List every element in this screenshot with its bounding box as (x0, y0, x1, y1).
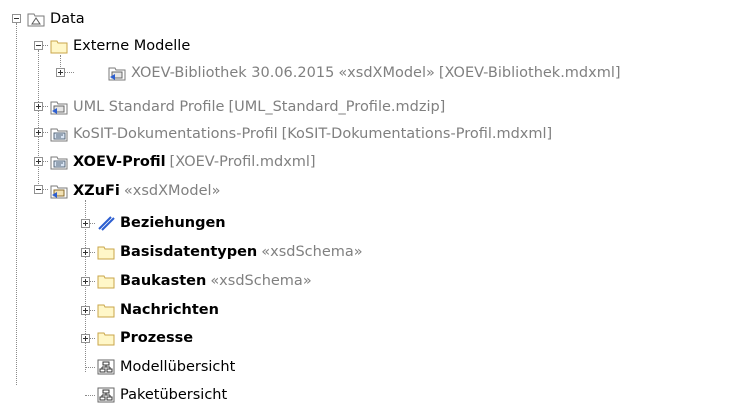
tree-node-modelluebersicht[interactable]: Modellübersicht (97, 355, 235, 379)
tree-node-beziehungen[interactable]: Beziehungen (97, 211, 226, 235)
folder-icon (97, 246, 115, 260)
expand-toggle[interactable] (34, 157, 43, 166)
node-file: [UML_Standard_Profile.mdzip] (228, 99, 446, 115)
node-label: Prozesse (120, 330, 194, 346)
node-label: Baukasten (120, 273, 207, 289)
profile-icon (50, 156, 68, 170)
profile-icon (50, 128, 68, 142)
tree-node-externe-modelle[interactable]: Externe Modelle (50, 34, 190, 58)
tree-node-data[interactable]: Data (27, 7, 85, 31)
tree-node-paketuebersicht[interactable]: Paketübersicht (97, 383, 227, 407)
node-file: [KoSIT-Dokumentations-Profil.mdxml] (281, 126, 553, 142)
folder-icon (97, 332, 115, 346)
node-label: Data (50, 11, 85, 27)
node-label: Nachrichten (120, 302, 219, 318)
node-label: Modellübersicht (120, 359, 236, 375)
node-stereotype: «xsdSchema» (210, 273, 312, 289)
node-label: XZuFi (73, 183, 120, 199)
model-icon (50, 185, 68, 199)
node-file: [XOEV-Bibliothek.mdxml] (438, 65, 621, 81)
shared-model-icon (50, 101, 68, 115)
shared-model-icon (108, 67, 126, 81)
expand-toggle[interactable] (34, 102, 43, 111)
collapse-toggle[interactable] (12, 14, 21, 23)
node-label: XOEV-Bibliothek 30.06.2015 (131, 65, 335, 81)
tree-node-basisdatentypen[interactable]: Basisdatentypen «xsdSchema» (97, 240, 363, 264)
tree-node-kosit-profil[interactable]: KoSIT-Dokumentations-Profil [KoSIT-Dokum… (50, 122, 552, 146)
folder-icon (50, 40, 68, 54)
tree-node-xoev-bibliothek[interactable]: XOEV-Bibliothek 30.06.2015 «xsdXModel» [… (108, 61, 621, 85)
node-stereotype: «xsdXModel» (123, 183, 221, 199)
node-label: Externe Modelle (73, 38, 191, 54)
diagram-icon (97, 387, 115, 403)
tree-node-prozesse[interactable]: Prozesse (97, 326, 193, 350)
tree-node-uml-standard-profile[interactable]: UML Standard Profile [UML_Standard_Profi… (50, 95, 445, 119)
diagram-icon (97, 359, 115, 375)
folder-icon (97, 275, 115, 289)
expand-toggle[interactable] (81, 334, 90, 343)
node-stereotype: «xsdSchema» (261, 244, 363, 260)
node-label: Basisdatentypen (120, 244, 258, 260)
tree-node-xzufi[interactable]: XZuFi «xsdXModel» (50, 179, 220, 203)
tree-line (38, 50, 39, 188)
node-file: [XOEV-Profil.mdxml] (169, 154, 316, 170)
tree-line (85, 367, 95, 368)
expand-toggle[interactable] (81, 248, 90, 257)
relations-icon (98, 216, 115, 231)
folder-icon (97, 304, 115, 318)
tree-node-nachrichten[interactable]: Nachrichten (97, 298, 219, 322)
node-stereotype: «xsdXModel» (338, 65, 435, 81)
tree-line (85, 395, 95, 396)
tree-line (16, 23, 17, 385)
node-label: XOEV-Profil (73, 154, 166, 170)
expand-toggle[interactable] (56, 68, 65, 77)
tree-node-baukasten[interactable]: Baukasten «xsdSchema» (97, 269, 312, 293)
node-label: UML Standard Profile (73, 99, 225, 115)
package-icon (27, 13, 45, 27)
expand-toggle[interactable] (34, 128, 43, 137)
containment-tree: Data Externe Modelle XOEV-Bibliothek 30.… (0, 0, 729, 409)
expand-toggle[interactable] (81, 306, 90, 315)
node-label: Beziehungen (120, 215, 226, 231)
expand-toggle[interactable] (81, 277, 90, 286)
tree-node-xoev-profil[interactable]: XOEV-Profil [XOEV-Profil.mdxml] (50, 150, 316, 174)
expand-toggle[interactable] (81, 219, 90, 228)
node-label: Paketübersicht (120, 387, 228, 403)
collapse-toggle[interactable] (34, 185, 43, 194)
collapse-toggle[interactable] (34, 41, 43, 50)
node-label: KoSIT-Dokumentations-Profil (73, 126, 278, 142)
